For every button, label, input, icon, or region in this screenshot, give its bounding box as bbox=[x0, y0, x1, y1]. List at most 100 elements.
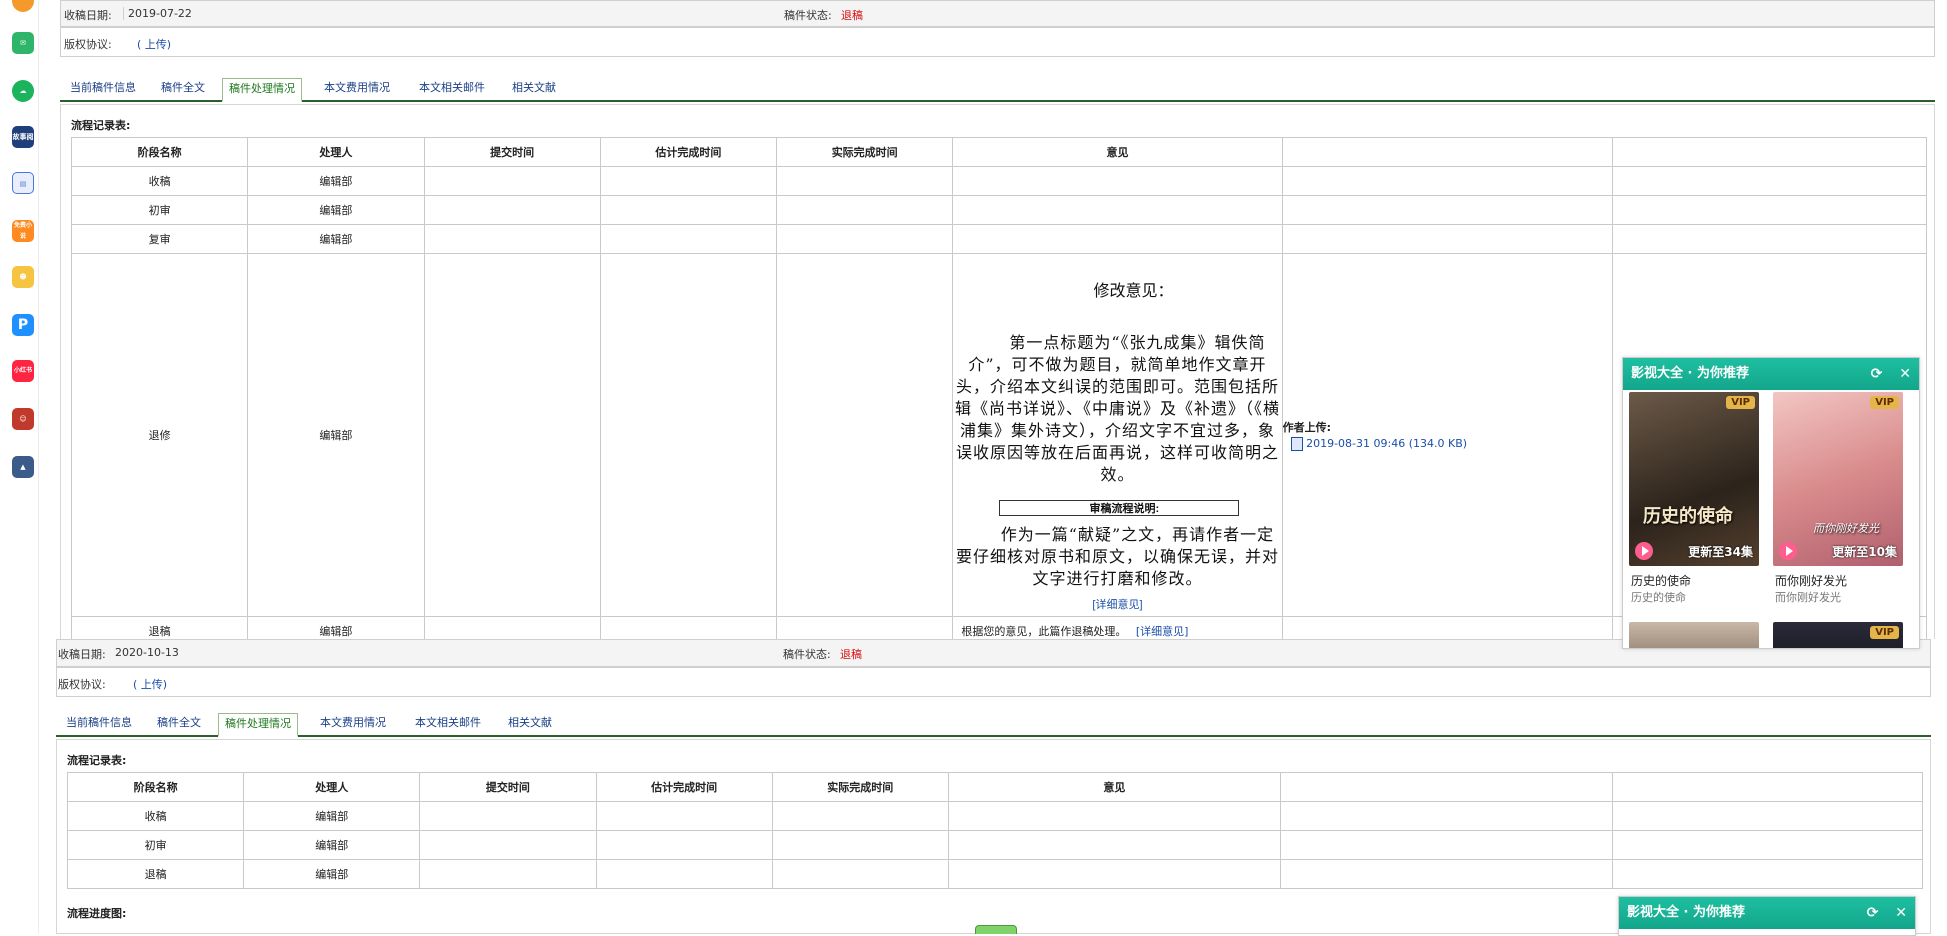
reject-detail-link[interactable]: [详细意见] bbox=[1136, 625, 1189, 638]
comment-paragraph: 第一点标题为“《张九成集》辑佚简介”，可不做为题目，就简单地作文章开头，介绍本文… bbox=[954, 333, 1280, 484]
play-icon[interactable] bbox=[1635, 542, 1653, 560]
column-header: 阶段名称 bbox=[66, 772, 245, 802]
poster-item[interactable] bbox=[1629, 622, 1759, 648]
document-icon[interactable]: ▤ bbox=[12, 172, 34, 194]
poster-item[interactable]: VIP 历史的使命 更新至34集 bbox=[1629, 392, 1759, 566]
game-character-icon[interactable]: ☺ bbox=[12, 408, 34, 430]
flow-table: 阶段名称 处理人 提交时间 估计完成时间 实际完成时间 意见 收稿 编辑部 初审… bbox=[66, 772, 1923, 889]
table-row: 初审 编辑部 bbox=[70, 195, 1928, 225]
recommendation-popup-2: 影视大全 · 为你推荐 ⟳ ✕ bbox=[1618, 896, 1916, 936]
poster-title: 而你刚好发光 bbox=[1813, 522, 1879, 535]
column-header: 意见 bbox=[952, 137, 1283, 167]
tab-emails[interactable]: 本文相关邮件 bbox=[409, 713, 487, 735]
game-scene-icon[interactable]: ▲ bbox=[12, 456, 34, 478]
stage-cell: 收稿 bbox=[70, 166, 249, 196]
poster-item[interactable]: VIP 而你刚好发光 更新至10集 bbox=[1773, 392, 1903, 566]
poster-item[interactable]: VIP bbox=[1773, 622, 1903, 648]
close-icon[interactable]: ✕ bbox=[1895, 905, 1907, 921]
status-label: 稿件状态: bbox=[783, 648, 831, 661]
update-status: 更新至34集 bbox=[1688, 545, 1753, 559]
popup-title: 影视大全 · 为你推荐 bbox=[1627, 905, 1745, 920]
mail-icon[interactable]: ✉ bbox=[12, 32, 34, 54]
refresh-icon[interactable]: ⟳ bbox=[1871, 366, 1883, 382]
table-header-row: 阶段名称 处理人 提交时间 估计完成时间 实际完成时间 意见 bbox=[70, 137, 1928, 167]
comment-paragraph: 作为一篇“献疑”之文，再请作者一定要仔细核对原书和原文，以确保无误，并对文字进行… bbox=[955, 525, 1279, 588]
column-header: 处理人 bbox=[247, 137, 425, 167]
stage-cell: 退修 bbox=[70, 253, 249, 617]
p-icon[interactable]: P bbox=[12, 314, 34, 336]
vip-badge: VIP bbox=[1726, 396, 1755, 409]
table-header-row: 阶段名称 处理人 提交时间 估计完成时间 实际完成时间 意见 bbox=[66, 772, 1923, 802]
upload-link[interactable]: ( 上传) bbox=[133, 676, 167, 692]
copyright-label: 版权协议: bbox=[58, 678, 106, 691]
table-row: 收稿 编辑部 bbox=[70, 166, 1928, 196]
received-date-value: 2019-07-22 bbox=[123, 7, 192, 20]
revision-comment-cell: 修改意见： 第一点标题为“《张九成集》辑佚简介”，可不做为题目，就简单地作文章开… bbox=[952, 253, 1283, 617]
file-link[interactable]: 2019-08-31 09:46 (134.0 KB) bbox=[1306, 437, 1467, 450]
flow-title: 流程记录表: bbox=[71, 119, 131, 132]
copyright-row: 版权协议: ( 上传) bbox=[56, 667, 1931, 697]
table-row: 退稿 编辑部 bbox=[66, 859, 1923, 889]
status-value: 退稿 bbox=[841, 9, 863, 22]
column-header bbox=[1281, 137, 1613, 167]
stage-cell: 复审 bbox=[70, 224, 249, 254]
tab-references[interactable]: 相关文献 bbox=[502, 713, 558, 735]
item-subtitle: 历史的使命 bbox=[1631, 591, 1686, 604]
manuscript-tabs: 当前稿件信息 稿件全文 稿件处理情况 本文费用情况 本文相关邮件 相关文献 bbox=[56, 705, 1931, 737]
book-icon[interactable]: 故事阅读 bbox=[12, 126, 34, 148]
stage-cell: 收稿 bbox=[66, 801, 245, 831]
tab-full-text[interactable]: 稿件全文 bbox=[155, 78, 211, 100]
received-date-label: 收稿日期: bbox=[64, 9, 112, 22]
play-icon[interactable] bbox=[1779, 542, 1797, 560]
upload-link[interactable]: ( 上传) bbox=[137, 36, 171, 52]
comment-heading: 修改意见： bbox=[1093, 281, 1174, 300]
refresh-icon[interactable]: ⟳ bbox=[1867, 905, 1879, 921]
table-row: 初审 编辑部 bbox=[66, 830, 1923, 860]
status-label: 稿件状态: bbox=[784, 9, 832, 22]
tab-current-info[interactable]: 当前稿件信息 bbox=[60, 713, 138, 735]
column-header bbox=[1611, 137, 1928, 167]
tab-processing[interactable]: 稿件处理情况 bbox=[218, 713, 298, 737]
column-header: 提交时间 bbox=[423, 137, 601, 167]
reject-note: 根据您的意见，此篇作退稿处理。 bbox=[961, 625, 1127, 638]
item-title[interactable]: 历史的使命 bbox=[1631, 572, 1691, 589]
tab-full-text[interactable]: 稿件全文 bbox=[151, 713, 207, 735]
progress-node bbox=[975, 925, 1017, 934]
tab-fees[interactable]: 本文费用情况 bbox=[314, 713, 392, 735]
popup-header: 影视大全 · 为你推荐 ⟳ ✕ bbox=[1619, 897, 1915, 929]
handler-cell: 编辑部 bbox=[243, 830, 421, 860]
item-title[interactable]: 而你刚好发光 bbox=[1775, 572, 1847, 589]
column-header: 意见 bbox=[947, 772, 1281, 802]
tab-emails[interactable]: 本文相关邮件 bbox=[413, 78, 491, 100]
flow-title: 流程记录表: bbox=[67, 754, 127, 767]
column-header bbox=[1612, 772, 1923, 802]
close-icon[interactable]: ✕ bbox=[1899, 366, 1911, 382]
detail-link[interactable]: [详细意见] bbox=[954, 594, 1281, 616]
process-tooltip: 审稿流程说明: bbox=[999, 500, 1240, 516]
tab-references[interactable]: 相关文献 bbox=[506, 78, 562, 100]
app-red-icon[interactable]: 小红书 bbox=[12, 360, 34, 382]
vip-badge: VIP bbox=[1870, 396, 1899, 409]
table-row: 收稿 编辑部 bbox=[66, 801, 1923, 831]
tab-fees[interactable]: 本文费用情况 bbox=[318, 78, 396, 100]
received-date-value: 2020-10-13 bbox=[115, 646, 179, 659]
column-header: 估计完成时间 bbox=[595, 772, 773, 802]
tab-current-info[interactable]: 当前稿件信息 bbox=[64, 78, 142, 100]
column-header: 估计完成时间 bbox=[599, 137, 778, 167]
app-icon-orange[interactable] bbox=[12, 0, 34, 12]
cloud-icon[interactable]: ☁ bbox=[12, 80, 34, 102]
tab-processing[interactable]: 稿件处理情况 bbox=[222, 78, 302, 102]
free-novel-icon[interactable]: 免费小说 bbox=[12, 220, 34, 242]
received-date-row: 收稿日期: 2019-07-22 稿件状态: 退稿 bbox=[60, 0, 1935, 27]
author-upload-file[interactable]: 2019-08-31 09:46 (134.0 KB) bbox=[1283, 437, 1611, 451]
table-row: 复审 编辑部 bbox=[70, 224, 1928, 254]
game-icon[interactable]: ☻ bbox=[12, 266, 34, 288]
handler-cell: 编辑部 bbox=[243, 801, 421, 831]
column-header bbox=[1279, 772, 1614, 802]
vip-badge: VIP bbox=[1870, 626, 1899, 639]
progress-title: 流程进度图: bbox=[67, 907, 127, 920]
handler-cell: 编辑部 bbox=[247, 224, 425, 254]
author-upload-label: 作者上传: bbox=[1282, 421, 1331, 434]
copyright-row: 版权协议: ( 上传) bbox=[60, 27, 1935, 57]
handler-cell: 编辑部 bbox=[243, 859, 421, 889]
